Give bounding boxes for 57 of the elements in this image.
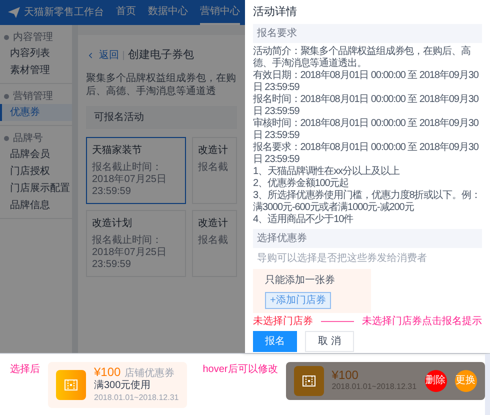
- error-message: 未选择门店券: [253, 314, 313, 329]
- coupon-type: 店铺优惠券: [124, 368, 175, 380]
- activity-deadline: 报名截止时间：2018年07月25日 23:59:59: [92, 162, 168, 198]
- requirement-line: 2、优惠券金额100元起: [253, 178, 350, 190]
- annotation-label: 选择后: [10, 362, 40, 376]
- section-header: 可报名活动: [86, 106, 237, 128]
- drawer-title: 活动详情: [253, 5, 298, 20]
- sidebar-item[interactable]: 门店展示配置: [0, 180, 72, 197]
- requirement-line: 活动简介：聚集多个品牌权益组成券包，在购后、高德、手淘消息等通道透出。: [253, 46, 472, 70]
- brand-title: 天猫新零售工作台: [24, 6, 104, 20]
- coupon-dates: 2018.01.01~2018.12.31: [94, 392, 179, 404]
- requirement-line: 报名要求：2018年08月01日 00:00:00 至 2018年09月30日 23:59:59: [253, 142, 480, 166]
- back-link[interactable]: 返回: [99, 48, 119, 63]
- annotation-label: hover后可以修改: [202, 362, 278, 376]
- sidebar-heading: 品牌号: [13, 132, 43, 146]
- nav-tab[interactable]: 首页: [116, 0, 136, 25]
- requirement-line: 报名时间：2018年08月01日 00:00:00 至 2018年09月30日 23:59:59: [253, 94, 480, 118]
- activity-name: 改造计: [198, 216, 229, 230]
- section-header: 选择优惠券: [253, 228, 482, 248]
- requirement-line: 3、所选择优惠券使用门槛，优惠力度8折或以下。例：满3000元-600元或者满1000元-减200元: [253, 190, 482, 214]
- activity-card[interactable]: 改造计 报名截: [192, 210, 237, 276]
- coupon-price: ¥100: [94, 366, 121, 378]
- annotation-note: 未选择门店券点击报名提示: [362, 314, 482, 329]
- section-header: 报名要求: [253, 24, 482, 42]
- sidebar-item[interactable]: 内容列表: [0, 45, 72, 62]
- sidebar-heading: 营销管理: [13, 90, 53, 104]
- requirement-line: 审核时间：2018年08月01日 00:00:00 至 2018年09月30日 23:59:59: [253, 118, 480, 142]
- cancel-button[interactable]: 取 消: [305, 330, 354, 352]
- requirement-line: 有效日期：2018年08月01日 00:00:00 至 2018年09月30日 23:59:59: [253, 70, 480, 94]
- sidebar-item[interactable]: 优惠券: [0, 104, 72, 121]
- sidebar-item[interactable]: 素材管理: [0, 62, 72, 79]
- submit-button[interactable]: 报名: [253, 330, 297, 352]
- limit-note: 只能添加一张券: [265, 274, 335, 288]
- activity-card[interactable]: 改造计划 报名截止时间：2018年07月25日 23:59:59: [86, 210, 186, 276]
- activity-deadline: 报名截止时间：2018年07月25日 23:59:59: [92, 234, 168, 270]
- delete-button[interactable]: 删除: [424, 370, 447, 392]
- sidebar-heading: 内容管理: [13, 30, 53, 44]
- activity-name: 改造计: [198, 144, 229, 158]
- activity-card[interactable]: 改造计 报名截: [192, 136, 237, 204]
- coupon-condition: 满300元使用: [94, 380, 152, 392]
- sidebar-item[interactable]: 品牌会员: [0, 146, 72, 163]
- add-coupon-button[interactable]: +添加门店券: [265, 292, 331, 308]
- requirement-line: 1、天猫品牌调性在xx分以上及以上: [253, 166, 400, 178]
- page-title: 创建电子券包: [128, 48, 194, 63]
- activity-deadline: 报名截: [198, 162, 229, 174]
- nav-tab[interactable]: 营销中心: [200, 0, 240, 25]
- coupon-price: ¥100: [332, 368, 358, 380]
- activity-deadline: 报名截: [198, 234, 229, 246]
- nav-tab[interactable]: 数据中心: [148, 0, 188, 25]
- page-description: 聚集多个品牌权益组成券包，在购后、高德、手淘消息等通道透: [86, 72, 237, 98]
- activity-name: 改造计划: [92, 216, 133, 230]
- requirement-line: 4、适用商品不少于10件: [253, 214, 354, 226]
- sidebar-item[interactable]: 品牌信息: [0, 197, 72, 214]
- sidebar-item[interactable]: 门店授权: [0, 163, 72, 180]
- activity-card[interactable]: 天猫家装节 报名截止时间：2018年07月25日 23:59:59: [86, 136, 186, 204]
- activity-name: 天猫家装节: [92, 144, 143, 158]
- coupon-hint: 导购可以选择是否把这些券发给消费者: [256, 252, 428, 266]
